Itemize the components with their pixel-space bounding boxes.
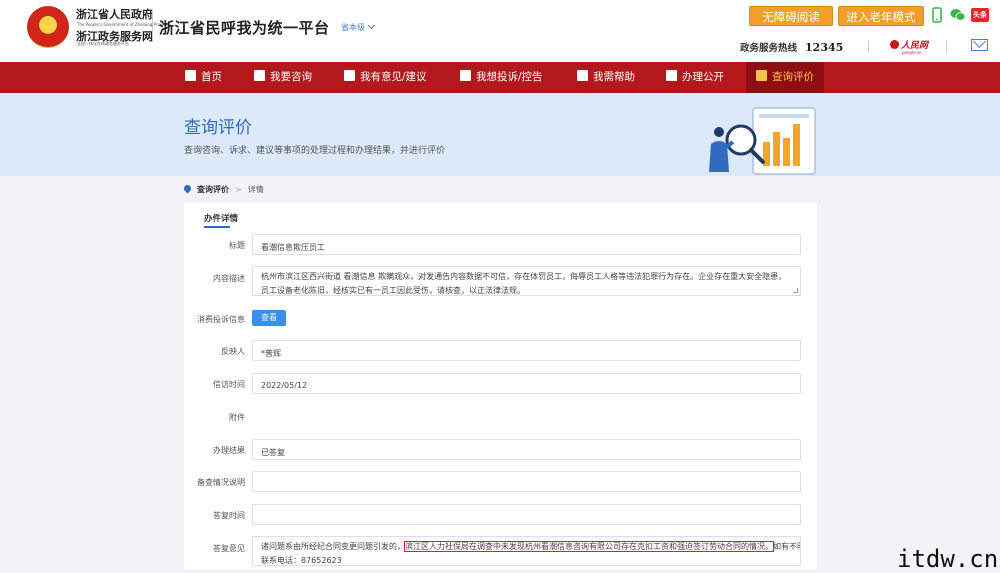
level-selector[interactable]: 省本级 <box>341 21 376 33</box>
mail-icon[interactable] <box>971 39 988 51</box>
location-pin-icon <box>182 183 193 194</box>
page-description: 查询咨询、诉求、建议等事项的处理过程和办理结果，并进行评价 <box>184 146 446 156</box>
detail-card: 办件详情 标题 看潮信息欺压员工 内容描述 杭州市滨江区西兴街道 看潮信息 欺瞒… <box>184 203 817 569</box>
attachment-label: 附件 <box>229 413 245 422</box>
suggest-icon <box>344 70 355 81</box>
platform-title[interactable]: 浙江省民呼我为统一平台 <box>159 17 330 38</box>
search-report-illustration-icon <box>709 107 816 175</box>
header-divider <box>152 10 153 42</box>
record-field[interactable] <box>252 471 801 492</box>
title-field[interactable]: 看潮信息欺压员工 <box>252 234 801 255</box>
site-header: 浙江省人民政府 The People's Government of Zheji… <box>0 0 1000 62</box>
header-separator <box>868 40 869 52</box>
content-text: 杭州市滨江区西兴街道 看潮信息 欺瞒观众，对发通告内容数据不可信，存在体罚员工，… <box>261 272 787 295</box>
consult-icon <box>254 70 265 81</box>
nav-public[interactable]: 办理公开 <box>666 62 724 93</box>
reporter-field[interactable]: *普辉 <box>252 340 801 361</box>
main-nav: 首页 我要咨询 我有意见/建议 我想投诉/控告 我需帮助 办理公开 查询评价 <box>0 62 1000 93</box>
reporter-label: 反映人 <box>221 347 245 356</box>
gov-name[interactable]: 浙江省人民政府 <box>76 9 153 21</box>
page-title: 查询评价 <box>184 118 252 138</box>
reply-label: 答复意见 <box>213 544 245 553</box>
page-banner: 查询评价 查询咨询、诉求、建议等事项的处理过程和办理结果，并进行评价 <box>0 93 1000 176</box>
consumer-label: 消费投诉信息 <box>197 315 245 324</box>
reply-highlight: 滨江区人力社保局在调查中未发现杭州看潮信息咨询有限公司存在克扣工资和强迫签订劳动… <box>404 541 774 552</box>
breadcrumb: 查询评价 > 详情 <box>182 183 264 195</box>
reply-post: 如有不明事项可 <box>773 542 800 551</box>
help-book-icon <box>577 70 588 81</box>
result-field[interactable]: 已答复 <box>252 439 801 460</box>
section-title-underline <box>204 226 230 228</box>
breadcrumb-separator: > <box>235 185 242 194</box>
content-label: 内容描述 <box>213 274 245 283</box>
home-icon <box>185 70 196 81</box>
reply-line2: 联系电话：87652623 <box>261 556 342 565</box>
wechat-icon[interactable] <box>950 7 966 23</box>
elder-mode-button[interactable]: 进入老年模式 <box>838 6 924 26</box>
nav-help[interactable]: 我需帮助 <box>577 62 635 93</box>
record-label: 备查情况说明 <box>197 478 245 487</box>
public-icon <box>666 70 677 81</box>
result-label: 办理结果 <box>213 446 245 455</box>
reply-time-field[interactable] <box>252 504 801 525</box>
query-icon <box>756 70 767 81</box>
nav-complaint[interactable]: 我想投诉/控告 <box>460 62 543 93</box>
service-sub: 全国一体化在线政务服务平台 <box>77 41 129 46</box>
hotline-label: 政务服务热线 <box>740 43 798 54</box>
nav-consult[interactable]: 我要咨询 <box>254 62 312 93</box>
complaint-icon <box>460 70 471 81</box>
people-logo-icon <box>890 40 899 49</box>
mobile-icon[interactable] <box>930 7 944 23</box>
time-label: 信访时间 <box>213 380 245 389</box>
content-field[interactable]: 杭州市滨江区西兴街道 看潮信息 欺瞒观众，对发通告内容数据不可信，存在体罚员工，… <box>252 266 801 296</box>
nav-home[interactable]: 首页 <box>185 62 222 93</box>
accessible-reading-button[interactable]: 无障碍阅读 <box>749 6 833 26</box>
breadcrumb-current[interactable]: 查询评价 <box>197 185 229 194</box>
hotline-number: 12345 <box>805 41 844 54</box>
reply-field[interactable]: 诸问题系由所经纪合同变更问题引发的，滨江区人力社保局在调查中未发现杭州看潮信息咨… <box>252 536 801 566</box>
time-field[interactable]: 2022/05/12 <box>252 373 801 394</box>
toutiao-icon[interactable]: 头条 <box>971 8 989 22</box>
reply-pre: 诸问题系由所经纪合同变更问题引发的， <box>261 542 405 551</box>
section-title: 办件详情 <box>204 214 239 224</box>
people-logo[interactable]: 人民网 people.cn <box>890 38 928 55</box>
header-separator <box>946 40 947 52</box>
view-button[interactable]: 查看 <box>252 310 286 326</box>
title-label: 标题 <box>229 241 245 250</box>
chevron-down-icon <box>367 21 376 30</box>
nav-suggest[interactable]: 我有意见/建议 <box>344 62 427 93</box>
hotline: 政务服务热线 12345 <box>740 40 843 54</box>
level-label: 省本级 <box>341 23 365 32</box>
gov-name-en: The People's Government of Zhejiang Prov… <box>77 22 171 27</box>
national-emblem-icon <box>27 6 69 48</box>
nav-query[interactable]: 查询评价 <box>746 62 824 93</box>
resize-handle-icon[interactable] <box>793 288 798 293</box>
reply-time-label: 答复时间 <box>213 511 245 520</box>
breadcrumb-detail: 详情 <box>247 185 264 194</box>
